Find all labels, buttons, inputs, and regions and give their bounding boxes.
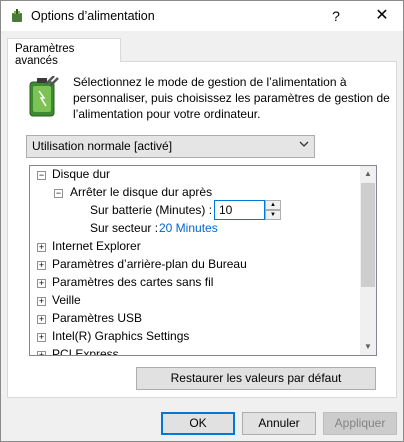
close-button[interactable]: ✕ bbox=[361, 1, 403, 31]
ac-label: Sur secteur : bbox=[90, 221, 159, 235]
expand-icon[interactable]: + bbox=[37, 243, 46, 252]
settings-tree: − Disque dur − Arrêter le disque dur apr… bbox=[29, 165, 377, 356]
tree-item[interactable]: Paramètres des cartes sans fil bbox=[52, 275, 213, 293]
power-plan-value: Utilisation normale [activé] bbox=[32, 139, 173, 153]
tab-advanced-settings[interactable]: Paramètres avancés bbox=[7, 38, 121, 67]
scroll-up-icon[interactable]: ▲ bbox=[360, 166, 376, 182]
cancel-button[interactable]: Annuler bbox=[242, 412, 316, 435]
ok-button[interactable]: OK bbox=[161, 412, 235, 435]
apply-button[interactable]: Appliquer bbox=[323, 412, 397, 435]
collapse-icon[interactable]: − bbox=[54, 189, 63, 198]
title-bar: Options d’alimentation ? ✕ bbox=[1, 1, 403, 31]
window-title: Options d’alimentation bbox=[31, 9, 155, 23]
expand-icon[interactable]: + bbox=[37, 297, 46, 306]
scroll-down-icon[interactable]: ▼ bbox=[360, 339, 376, 355]
collapse-icon[interactable]: − bbox=[37, 171, 46, 180]
battery-minutes-label: Sur batterie (Minutes) : bbox=[90, 203, 213, 217]
power-options-dialog: Options d’alimentation ? ✕ Paramètres av… bbox=[0, 0, 404, 442]
tree-item[interactable]: Intel(R) Graphics Settings bbox=[52, 329, 189, 347]
restore-defaults-button[interactable]: Restaurer les valeurs par défaut bbox=[136, 367, 376, 390]
power-plan-select[interactable]: Utilisation normale [activé] bbox=[26, 135, 315, 158]
spin-up-icon[interactable]: ▲ bbox=[265, 200, 281, 210]
power-options-icon bbox=[12, 9, 22, 22]
ac-value-link[interactable]: 20 Minutes bbox=[159, 221, 218, 239]
tree-item[interactable]: Internet Explorer bbox=[52, 239, 141, 257]
tree-item[interactable]: Veille bbox=[52, 293, 81, 311]
help-button[interactable]: ? bbox=[321, 1, 351, 31]
expand-icon[interactable]: + bbox=[37, 261, 46, 270]
expand-icon[interactable]: + bbox=[37, 351, 46, 355]
battery-minutes-input[interactable]: 10 bbox=[214, 200, 265, 220]
tree-item[interactable]: Paramètres d’arrière-plan du Bureau bbox=[52, 257, 247, 275]
expand-icon[interactable]: + bbox=[37, 279, 46, 288]
spin-down-icon[interactable]: ▼ bbox=[265, 210, 281, 220]
battery-minutes-spinner[interactable]: 10 ▲ ▼ bbox=[214, 200, 281, 220]
expand-icon[interactable]: + bbox=[37, 333, 46, 342]
battery-icon bbox=[29, 76, 59, 117]
tree-item-disk[interactable]: Disque dur bbox=[52, 167, 110, 185]
tree-scrollbar[interactable]: ▲ ▼ bbox=[360, 166, 376, 355]
description-text: Sélectionnez le mode de gestion de l’ali… bbox=[73, 75, 390, 121]
tree-item[interactable]: PCI Express bbox=[52, 347, 119, 355]
tree-item-disk-after[interactable]: Arrêter le disque dur après bbox=[70, 185, 212, 203]
scroll-thumb[interactable] bbox=[361, 183, 375, 287]
chevron-down-icon bbox=[299, 141, 309, 147]
tree-item[interactable]: Paramètres USB bbox=[52, 311, 142, 329]
expand-icon[interactable]: + bbox=[37, 315, 46, 324]
